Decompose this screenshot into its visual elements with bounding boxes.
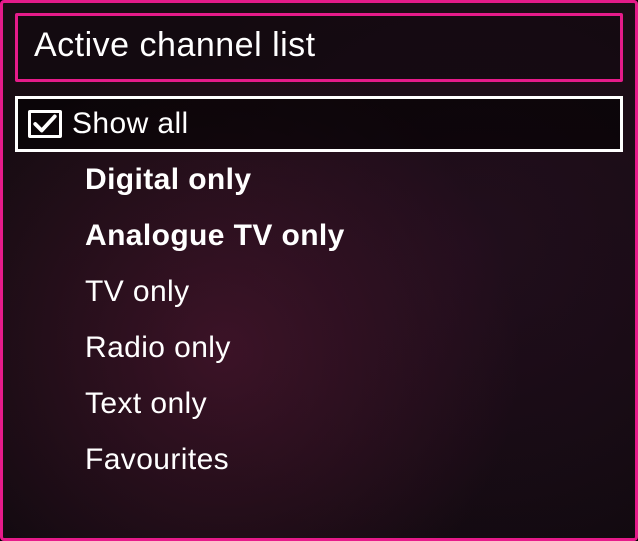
checkbox-checked-icon: [28, 110, 62, 138]
checkbox-slot: [27, 376, 85, 432]
option-analogue-tv-only[interactable]: Analogue TV only: [15, 208, 623, 264]
channel-filter-list: Show all Digital only Analogue TV only T…: [15, 96, 623, 488]
option-label: Analogue TV only: [85, 221, 345, 251]
option-label: Radio only: [85, 333, 231, 363]
option-favourites[interactable]: Favourites: [15, 432, 623, 488]
checkbox-slot: [27, 208, 85, 264]
dialog-title-box: Active channel list: [15, 13, 623, 82]
checkbox-slot: [27, 432, 85, 488]
option-label: Text only: [85, 389, 207, 419]
option-show-all[interactable]: Show all: [15, 96, 623, 152]
option-label: Show all: [72, 109, 189, 139]
option-text-only[interactable]: Text only: [15, 376, 623, 432]
option-label: Digital only: [85, 165, 251, 195]
checkbox-slot: [28, 99, 72, 149]
active-channel-list-dialog: Active channel list Show all Digital onl…: [0, 0, 638, 541]
checkbox-slot: [27, 320, 85, 376]
option-label: TV only: [85, 277, 190, 307]
option-label: Favourites: [85, 445, 229, 475]
dialog-title: Active channel list: [34, 26, 604, 65]
option-radio-only[interactable]: Radio only: [15, 320, 623, 376]
option-tv-only[interactable]: TV only: [15, 264, 623, 320]
checkbox-slot: [27, 264, 85, 320]
option-digital-only[interactable]: Digital only: [15, 152, 623, 208]
checkbox-slot: [27, 152, 85, 208]
